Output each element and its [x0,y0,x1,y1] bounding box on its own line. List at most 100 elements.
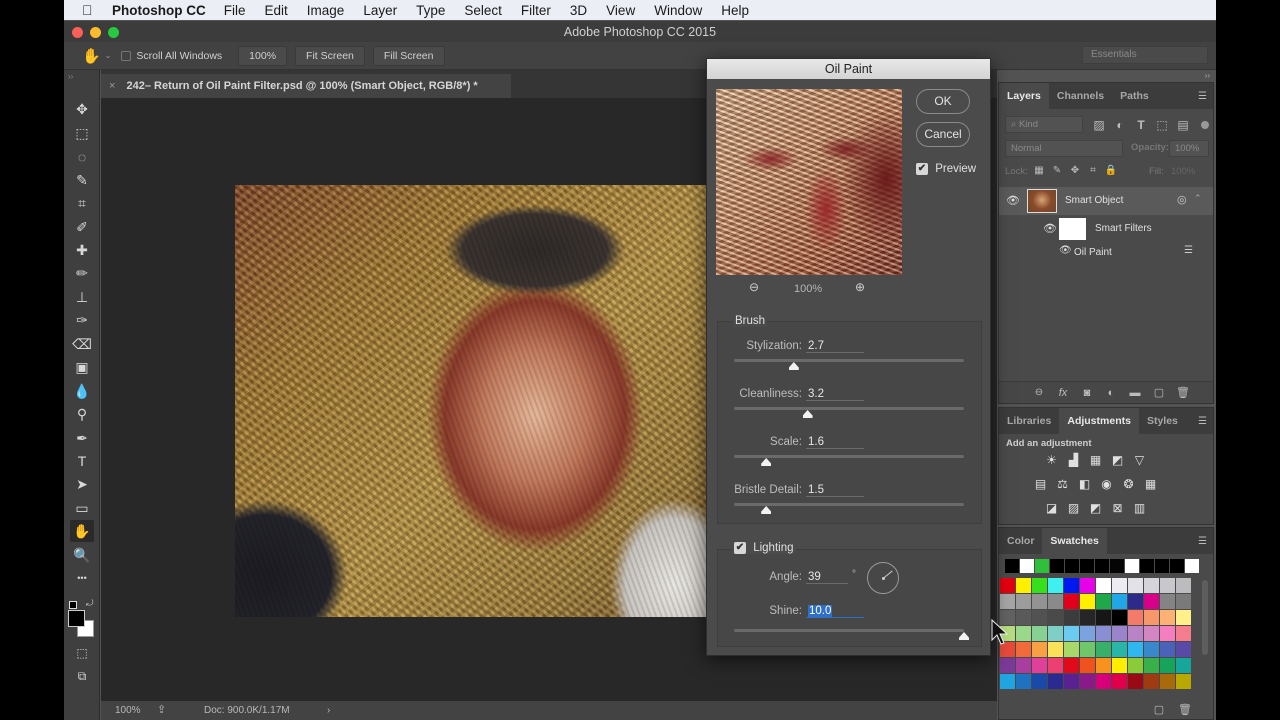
move-tool[interactable]: ✥ [70,98,94,120]
color-swatch[interactable] [1128,642,1143,657]
layer-oil-paint[interactable]: 👁 Oil Paint ☰ [999,242,1213,262]
color-swatch[interactable] [1048,610,1063,625]
preview-checkbox[interactable]: ✔ [916,163,928,175]
color-swatch[interactable] [1000,594,1015,609]
color-swatch[interactable] [1032,610,1047,625]
tab-adjustments[interactable]: Adjustments [1059,408,1139,434]
brush-tool[interactable]: ✏ [70,262,94,284]
clone-stamp-tool[interactable]: ⊥ [70,286,94,308]
color-swatch[interactable] [1144,674,1159,689]
tab-styles[interactable]: Styles [1139,408,1186,434]
color-swatch[interactable] [1096,674,1111,689]
slider-track[interactable] [734,503,964,506]
color-swatch[interactable] [1160,674,1175,689]
recent-swatch[interactable] [1125,559,1139,573]
hand-icon[interactable]: ✋ [82,47,101,65]
document-tab[interactable]: × 242– Return of Oil Paint Filter.psd @ … [101,74,511,98]
tool-preset-chevron-icon[interactable]: ⌄ [105,51,112,60]
color-swatch[interactable] [1016,642,1031,657]
color-swatch[interactable] [1000,578,1015,593]
color-swatch[interactable] [1016,658,1031,673]
layer-smart-object[interactable]: 👁 Smart Object ◎ ⌃ [999,187,1213,215]
filter-toggle-icon[interactable] [1201,121,1209,129]
color-swatch[interactable] [1064,642,1079,657]
filter-type-icon[interactable]: T [1133,117,1149,133]
preview-checkbox-row[interactable]: ✔ Preview [916,163,976,175]
color-swatch[interactable] [1160,594,1175,609]
eraser-tool[interactable]: ⌫ [70,333,94,355]
minimize-window-button[interactable] [90,27,101,38]
color-swatch[interactable] [1048,674,1063,689]
status-menu-arrow[interactable]: › [327,701,330,720]
zoom-tool[interactable]: 🔍 [70,544,94,566]
type-tool[interactable]: T [70,450,94,472]
color-swatch[interactable] [1176,594,1191,609]
fill-screen-button[interactable]: Fill Screen [372,45,445,66]
color-swatch[interactable] [1128,578,1143,593]
shine-slider-track[interactable] [734,629,964,632]
layer-name[interactable]: Oil Paint [1074,247,1112,258]
color-swatch[interactable] [1064,610,1079,625]
tab-swatches[interactable]: Swatches [1042,528,1107,554]
posterize-icon[interactable]: ▨ [1066,502,1081,515]
color-swatch[interactable] [1144,658,1159,673]
angle-dial[interactable] [867,562,899,594]
delete-swatch-icon[interactable]: 🗑 [1177,702,1193,718]
tab-layers[interactable]: Layers [999,83,1049,109]
new-adjustment-layer-icon[interactable]: ◐ [1103,385,1119,401]
color-swatch[interactable] [1144,626,1159,641]
color-swatch[interactable] [1080,578,1095,593]
menu-image[interactable]: Image [307,3,345,18]
lighting-checkbox-row[interactable]: ✔ Lighting [732,542,796,555]
color-swatch[interactable] [1064,674,1079,689]
recent-swatch[interactable] [1185,559,1199,573]
filter-kind-select[interactable]: ⌕ Kind [1005,116,1083,133]
slider-value-field[interactable]: 1.6 [806,436,864,449]
healing-brush-tool[interactable]: ✚ [70,239,94,261]
close-window-button[interactable] [72,27,83,38]
shine-field[interactable]: 10.0 [806,605,864,618]
slider-track[interactable] [734,455,964,458]
close-tab-icon[interactable]: × [109,80,115,92]
tab-libraries[interactable]: Libraries [999,408,1059,434]
levels-icon[interactable]: ▟ [1066,454,1081,467]
visibility-eye-icon[interactable]: 👁 [1043,222,1057,235]
quick-mask-icon[interactable]: ⬚ [70,642,94,664]
color-swatch[interactable] [1080,642,1095,657]
color-swatch[interactable] [1160,610,1175,625]
slider-value-field[interactable]: 1.5 [806,484,864,497]
color-swatch[interactable] [1000,658,1015,673]
color-swatch[interactable] [1080,594,1095,609]
color-swatch[interactable] [1176,642,1191,657]
menu-filter[interactable]: Filter [521,3,551,18]
panel-menu-icon[interactable]: ☰ [1198,91,1207,102]
color-swatch[interactable] [1080,610,1095,625]
color-swatch[interactable] [1016,578,1031,593]
color-swatch[interactable] [1016,610,1031,625]
panel-menu-icon[interactable]: ☰ [1198,536,1207,547]
curves-icon[interactable]: ▦ [1088,454,1103,467]
scroll-all-windows-checkbox[interactable] [121,50,132,61]
rectangle-tool[interactable]: ▭ [70,497,94,519]
photo-filter-icon[interactable]: ◉ [1099,478,1114,491]
channel-mixer-icon[interactable]: ❂ [1121,478,1136,491]
color-balance-icon[interactable]: ⚖ [1055,478,1070,491]
link-layers-icon[interactable]: ⊖ [1031,385,1047,401]
color-swatch[interactable] [1160,626,1175,641]
recent-swatch[interactable] [1050,559,1064,573]
zoom-100-button[interactable]: 100% [238,45,288,66]
tab-color[interactable]: Color [999,528,1042,554]
filter-shape-icon[interactable]: ⬚ [1154,117,1170,133]
color-swatch[interactable] [1064,658,1079,673]
eyedropper-tool[interactable]: ✐ [70,216,94,238]
recent-swatch[interactable] [1110,559,1124,573]
color-swatch[interactable] [1096,594,1111,609]
color-swatch[interactable] [1032,658,1047,673]
color-swatch[interactable] [1048,658,1063,673]
recent-swatch[interactable] [1080,559,1094,573]
color-swatch[interactable] [1144,578,1159,593]
gradient-tool[interactable]: ▣ [70,356,94,378]
color-swatch[interactable] [1096,610,1111,625]
collapse-effects-icon[interactable]: ⌃ [1194,193,1202,204]
blur-tool[interactable]: 💧 [70,380,94,402]
